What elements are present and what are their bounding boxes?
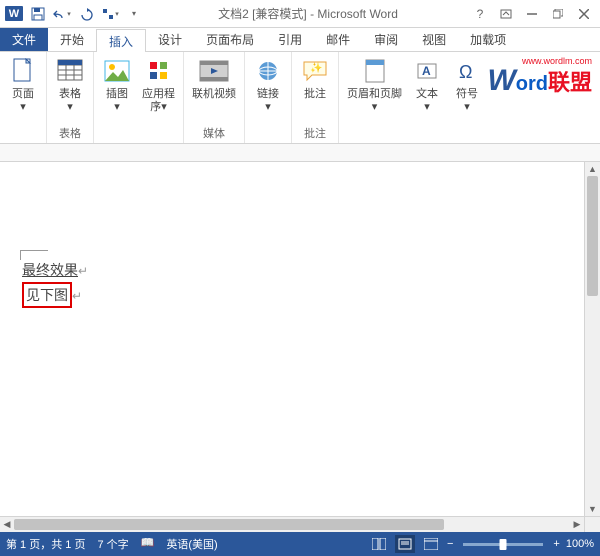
svg-text:Ω: Ω [459, 62, 472, 82]
table-button[interactable]: 表格 ▾ [51, 54, 89, 116]
scroll-left-icon[interactable]: ◀ [0, 517, 14, 532]
touch-mode-icon[interactable]: ▾ [100, 4, 120, 24]
text-button[interactable]: A 文本 ▾ [408, 54, 446, 116]
tab-review[interactable]: 审阅 [362, 28, 410, 51]
group-text: 页眉和页脚 ▾ A 文本 ▾ Ω 符号 ▾ [339, 52, 490, 143]
comment-icon: ✨ [300, 56, 330, 86]
textbox-icon: A [412, 56, 442, 86]
redo-icon[interactable] [76, 4, 96, 24]
window-title: 文档2 [兼容模式] - Microsoft Word [148, 5, 468, 22]
links-button[interactable]: 链接 ▾ [249, 54, 287, 116]
link-icon [253, 56, 283, 86]
watermark-brand: www.wordlm.com W ord 联盟 [487, 64, 592, 98]
table-icon [55, 56, 85, 86]
online-video-button[interactable]: 联机视频 [188, 54, 240, 103]
symbol-button[interactable]: Ω 符号 ▾ [448, 54, 486, 116]
group-media: 联机视频 媒体 [184, 52, 245, 143]
apps-button[interactable]: 应用程 序▾ [138, 54, 179, 116]
tab-mail[interactable]: 邮件 [314, 28, 362, 51]
quick-access-toolbar: W ▾ ▾ ▾ [0, 4, 148, 24]
window-controls: ? [468, 4, 600, 24]
tab-addins[interactable]: 加载项 [458, 28, 518, 51]
tab-insert[interactable]: 插入 [96, 29, 146, 52]
view-read-icon[interactable] [369, 535, 389, 553]
video-icon [199, 56, 229, 86]
status-words[interactable]: 7 个字 [97, 536, 128, 552]
apps-icon [144, 56, 174, 86]
tab-home[interactable]: 开始 [48, 28, 96, 51]
titlebar: W ▾ ▾ ▾ 文档2 [兼容模式] - Microsoft Word ? [0, 0, 600, 28]
qat-customize-icon[interactable]: ▾ [124, 4, 144, 24]
group-links: 链接 ▾ [245, 52, 292, 143]
group-pages: 页面 ▾ [0, 52, 47, 143]
scroll-thumb-horizontal[interactable] [14, 519, 444, 530]
tab-design[interactable]: 设计 [146, 28, 194, 51]
scroll-right-icon[interactable]: ▶ [570, 517, 584, 532]
group-comments: ✨ 批注 批注 [292, 52, 339, 143]
status-page[interactable]: 第 1 页，共 1 页 [6, 536, 85, 552]
header-icon [360, 56, 390, 86]
text-line-2-highlighted[interactable]: 见下图 [22, 282, 72, 308]
zoom-out-icon[interactable]: − [447, 538, 453, 550]
view-print-icon[interactable] [395, 535, 415, 553]
document-text[interactable]: 最终效果↵ 见下图↵ [22, 260, 88, 308]
document-area: 最终效果↵ 见下图↵ ▲ ▼ [0, 162, 600, 516]
paragraph-mark-icon: ↵ [72, 289, 82, 303]
horizontal-scrollbar[interactable]: ◀ ▶ [0, 516, 584, 532]
help-icon[interactable]: ? [468, 4, 492, 24]
save-icon[interactable] [28, 4, 48, 24]
word-app-icon[interactable]: W [4, 4, 24, 24]
ribbon-display-icon[interactable] [494, 4, 518, 24]
minimize-icon[interactable] [520, 4, 544, 24]
scroll-thumb-vertical[interactable] [587, 176, 598, 296]
tab-view[interactable]: 视图 [410, 28, 458, 51]
status-language[interactable]: 英语(美国) [166, 536, 217, 552]
tab-references[interactable]: 引用 [266, 28, 314, 51]
picture-icon [102, 56, 132, 86]
ribbon-tabs: 文件 开始 插入 设计 页面布局 引用 邮件 审阅 视图 加载项 [0, 28, 600, 52]
horizontal-ruler[interactable] [0, 144, 600, 162]
zoom-level[interactable]: 100% [566, 538, 594, 550]
restore-icon[interactable] [546, 4, 570, 24]
close-icon[interactable] [572, 4, 596, 24]
text-line-1[interactable]: 最终效果 [22, 262, 78, 278]
pages-button[interactable]: 页面 ▾ [4, 54, 42, 116]
undo-icon[interactable]: ▾ [52, 4, 72, 24]
page-icon [8, 56, 38, 86]
view-web-icon[interactable] [421, 535, 441, 553]
group-illustrations: 插图 ▾ 应用程 序▾ [94, 52, 184, 143]
scroll-corner [584, 516, 600, 532]
paragraph-mark-icon: ↵ [78, 264, 88, 278]
zoom-slider[interactable] [463, 543, 543, 546]
vertical-scrollbar[interactable]: ▲ ▼ [584, 162, 600, 516]
zoom-thumb[interactable] [500, 539, 507, 550]
illustrations-button[interactable]: 插图 ▾ [98, 54, 136, 116]
zoom-in-icon[interactable]: + [553, 538, 559, 550]
page-corner [20, 250, 48, 260]
scroll-down-icon[interactable]: ▼ [585, 502, 600, 516]
statusbar: 第 1 页，共 1 页 7 个字 📖 英语(美国) − + 100% [0, 532, 600, 556]
header-footer-button[interactable]: 页眉和页脚 ▾ [343, 54, 406, 116]
ribbon: 页面 ▾ 表格 ▾ 表格 插图 ▾ 应用程 序▾ [0, 52, 600, 144]
svg-text:✨: ✨ [310, 62, 322, 74]
symbol-icon: Ω [452, 56, 482, 86]
group-tables: 表格 ▾ 表格 [47, 52, 94, 143]
scroll-up-icon[interactable]: ▲ [585, 162, 600, 176]
tab-layout[interactable]: 页面布局 [194, 28, 266, 51]
svg-text:A: A [422, 64, 431, 78]
status-proof-icon[interactable]: 📖 [141, 536, 155, 552]
comment-button[interactable]: ✨ 批注 [296, 54, 334, 103]
document-canvas[interactable]: 最终效果↵ 见下图↵ [0, 162, 584, 516]
tab-file[interactable]: 文件 [0, 28, 48, 51]
